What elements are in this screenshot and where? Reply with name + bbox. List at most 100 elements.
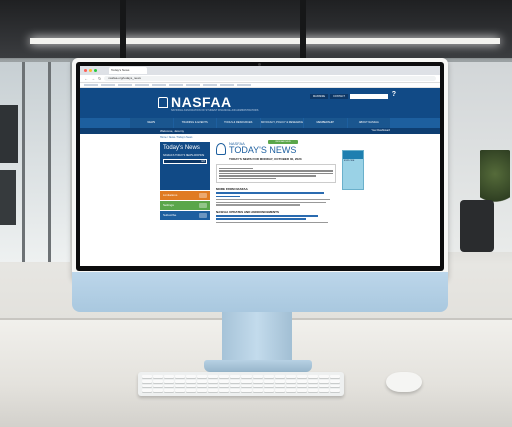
keyboard-key[interactable] xyxy=(274,375,285,379)
article-link[interactable] xyxy=(216,218,306,220)
bookmark[interactable] xyxy=(135,84,149,86)
keyboard-key[interactable] xyxy=(164,384,175,389)
keyboard-key[interactable] xyxy=(329,375,340,379)
keyboard[interactable] xyxy=(138,372,344,396)
article-link[interactable] xyxy=(216,192,324,195)
site-search-input[interactable] xyxy=(350,94,388,99)
keyboard-key[interactable] xyxy=(329,389,340,393)
keyboard-key[interactable] xyxy=(142,375,153,379)
keyboard-key[interactable] xyxy=(329,384,340,389)
keyboard-key[interactable] xyxy=(263,375,274,379)
keyboard-key[interactable] xyxy=(175,379,186,384)
keyboard-key[interactable] xyxy=(186,379,197,384)
minimize-icon[interactable] xyxy=(89,69,92,72)
keyboard-key[interactable] xyxy=(175,375,186,379)
bookmark[interactable] xyxy=(101,84,115,86)
keyboard-key[interactable] xyxy=(274,379,285,384)
bookmark[interactable] xyxy=(152,84,166,86)
keyboard-key[interactable] xyxy=(241,379,252,384)
nav-item-membership[interactable]: MEMBERSHIP xyxy=(304,118,347,128)
keyboard-key[interactable] xyxy=(208,389,219,393)
keyboard-key[interactable] xyxy=(318,375,329,379)
nav-item-training[interactable]: TRAINING & EVENTS xyxy=(173,118,216,128)
keyboard-key[interactable] xyxy=(241,384,252,389)
keyboard-key[interactable] xyxy=(142,384,153,389)
keyboard-key[interactable] xyxy=(241,389,252,393)
keyboard-key[interactable] xyxy=(274,384,285,389)
keyboard-key[interactable] xyxy=(230,389,241,393)
keyboard-key[interactable] xyxy=(285,389,296,393)
keyboard-key[interactable] xyxy=(230,379,241,384)
nav-item-advocacy[interactable]: ADVOCACY, POLICY & RESEARCH xyxy=(260,118,303,128)
article-link[interactable] xyxy=(216,195,240,198)
close-icon[interactable] xyxy=(84,69,87,72)
keyboard-key[interactable] xyxy=(142,379,153,384)
maximize-icon[interactable] xyxy=(94,69,97,72)
forward-icon[interactable]: → xyxy=(91,76,95,81)
keyboard-key[interactable] xyxy=(175,389,186,393)
sidebar-button-limitations[interactable]: Limitations xyxy=(160,191,210,200)
keyboard-key[interactable] xyxy=(219,384,230,389)
keyboard-key[interactable] xyxy=(285,375,296,379)
contact-button[interactable]: CONTACT xyxy=(330,94,348,99)
keyboard-key[interactable] xyxy=(153,379,164,384)
keyboard-key[interactable] xyxy=(208,384,219,389)
keyboard-key[interactable] xyxy=(208,379,219,384)
keyboard-key[interactable] xyxy=(219,389,230,393)
keyboard-key[interactable] xyxy=(230,384,241,389)
keyboard-key[interactable] xyxy=(252,375,263,379)
keyboard-key[interactable] xyxy=(252,379,263,384)
keyboard-key[interactable] xyxy=(241,375,252,379)
help-icon[interactable]: ? xyxy=(392,91,396,98)
keyboard-key[interactable] xyxy=(285,384,296,389)
nav-item-about[interactable]: ABOUT NASFAA xyxy=(347,118,390,128)
reload-icon[interactable]: ↻ xyxy=(98,76,101,81)
bookmark[interactable] xyxy=(84,84,98,86)
keyboard-key[interactable] xyxy=(318,389,329,393)
article-link[interactable] xyxy=(216,215,318,217)
keyboard-key[interactable] xyxy=(219,379,230,384)
keyboard-key[interactable] xyxy=(263,384,274,389)
keyboard-key[interactable] xyxy=(164,389,175,393)
bookmark[interactable] xyxy=(237,84,251,86)
sidebar-ad[interactable]: EXPLORE xyxy=(342,150,364,190)
keyboard-key[interactable] xyxy=(197,379,208,384)
archive-pill-button[interactable]: VIEW ARCHIVE xyxy=(268,140,298,144)
keyboard-key[interactable] xyxy=(230,375,241,379)
mouse[interactable] xyxy=(386,372,422,392)
keyboard-key[interactable] xyxy=(274,389,285,393)
bookmark[interactable] xyxy=(169,84,183,86)
keyboard-key[interactable] xyxy=(307,375,318,379)
keyboard-key[interactable] xyxy=(296,389,307,393)
keyboard-key[interactable] xyxy=(208,375,219,379)
keyboard-key[interactable] xyxy=(296,375,307,379)
archive-search-input[interactable]: GO xyxy=(163,159,207,164)
keyboard-key[interactable] xyxy=(175,384,186,389)
bookmark[interactable] xyxy=(118,84,132,86)
keyboard-key[interactable] xyxy=(329,379,340,384)
bookmark[interactable] xyxy=(186,84,200,86)
keyboard-key[interactable] xyxy=(263,389,274,393)
breadcrumb[interactable]: Home / News / Today's News xyxy=(160,136,440,139)
keyboard-key[interactable] xyxy=(296,384,307,389)
keyboard-key[interactable] xyxy=(186,375,197,379)
keyboard-key[interactable] xyxy=(153,375,164,379)
address-bar[interactable]: nasfaa.org/todays_news xyxy=(104,76,436,81)
keyboard-key[interactable] xyxy=(252,389,263,393)
keyboard-key[interactable] xyxy=(307,384,318,389)
keyboard-key[interactable] xyxy=(252,384,263,389)
keyboard-key[interactable] xyxy=(296,379,307,384)
go-button[interactable]: GO xyxy=(201,160,205,164)
keyboard-key[interactable] xyxy=(285,379,296,384)
keyboard-key[interactable] xyxy=(142,389,153,393)
keyboard-key[interactable] xyxy=(197,375,208,379)
keyboard-key[interactable] xyxy=(219,375,230,379)
site-logo[interactable]: NASFAA xyxy=(158,94,232,110)
bookmark[interactable] xyxy=(220,84,234,86)
keyboard-key[interactable] xyxy=(307,389,318,393)
keyboard-key[interactable] xyxy=(164,375,175,379)
nav-item-news[interactable]: NEWS xyxy=(130,118,173,128)
nav-item-tools[interactable]: TOOLS & RESOURCES xyxy=(217,118,260,128)
bookmark[interactable] xyxy=(203,84,217,86)
keyboard-key[interactable] xyxy=(263,379,274,384)
